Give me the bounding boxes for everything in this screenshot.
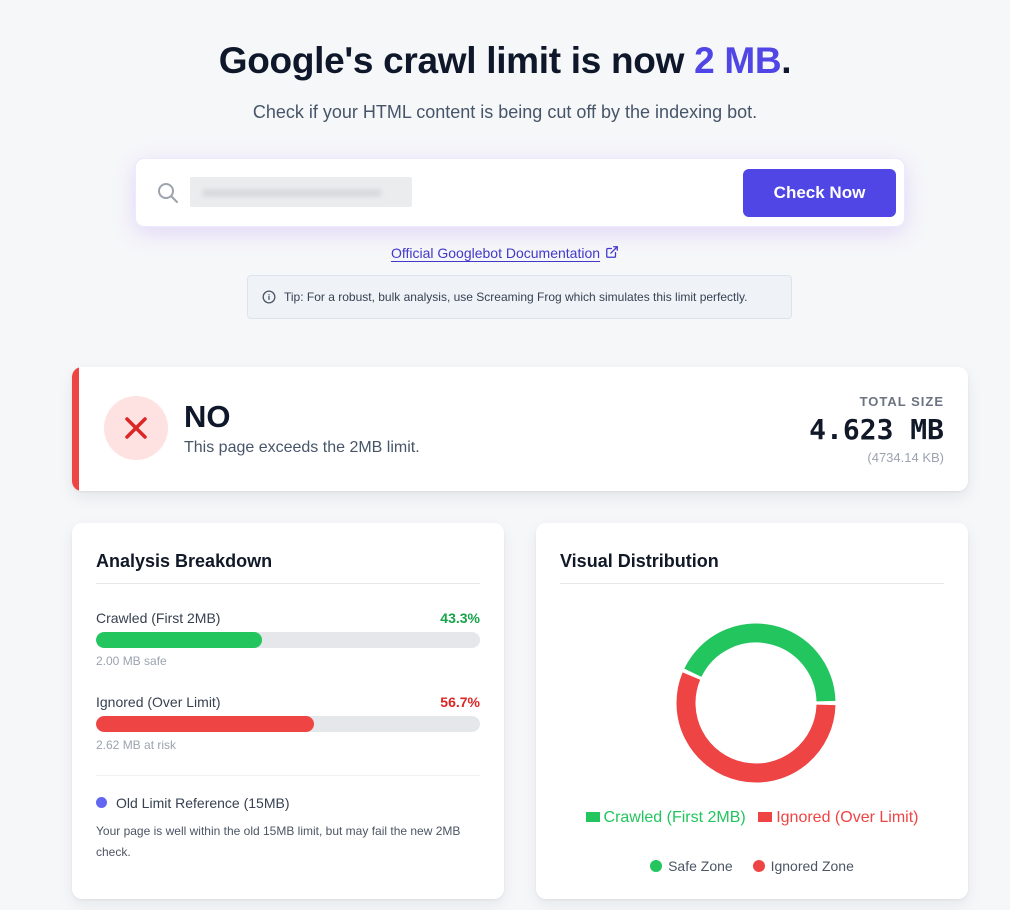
legend-item-ignored[interactable]: Ignored (Over Limit) [758, 809, 918, 826]
divider [96, 775, 480, 776]
page-subtitle: Check if your HTML content is being cut … [252, 102, 758, 122]
crawled-note: 2.00 MB safe [96, 654, 167, 668]
ignored-percent: 56.7% [440, 694, 480, 710]
safe-zone-dot [650, 860, 663, 872]
search-icon [156, 181, 180, 205]
panel-title: Analysis Breakdown [96, 551, 273, 571]
crawled-percent: 43.3% [440, 610, 480, 626]
zone-legend: Safe Zone Ignored Zone [536, 858, 968, 874]
legend-item-crawled[interactable]: Crawled (First 2MB) [585, 809, 746, 826]
total-size-label: TOTAL SIZE [859, 394, 944, 409]
distribution-donut-chart [676, 623, 836, 783]
result-card: NO This page exceeds the 2MB limit. TOTA… [72, 367, 968, 491]
crawled-progress-track [96, 632, 480, 648]
external-link-icon [606, 246, 618, 258]
divider [560, 583, 944, 584]
analysis-breakdown-panel: Analysis Breakdown Crawled (First 2MB) 4… [72, 523, 504, 899]
url-input-blurred-text [202, 189, 382, 197]
page-title-suffix: . [781, 40, 792, 81]
ignored-zone-label: Ignored Zone [770, 858, 854, 874]
status-stripe [72, 367, 79, 491]
old-limit-description: Your page is well within the old 15MB li… [96, 824, 461, 859]
donut-slice-ignored[interactable] [676, 672, 836, 783]
chart-legend: Crawled (First 2MB) Ignored (Over Limit) [536, 809, 968, 827]
ignored-progress-track [96, 716, 480, 732]
googlebot-doc-link[interactable]: Official Googlebot Documentation [0, 245, 1010, 261]
legend-swatch-ignored [758, 812, 773, 822]
verdict-text: NO [184, 399, 231, 434]
tip-text: Tip: For a robust, bulk analysis, use Sc… [284, 290, 748, 304]
ignored-label: Ignored (Over Limit) [96, 694, 221, 710]
safe-zone-label: Safe Zone [668, 858, 733, 874]
check-now-button[interactable]: Check Now [743, 169, 896, 217]
info-icon [262, 290, 276, 304]
panel-title: Visual Distribution [560, 551, 719, 571]
page-title: Google's crawl limit is now 2 MB. [0, 40, 1010, 82]
legend-label-crawled: Crawled (First 2MB) [603, 809, 746, 826]
page-title-prefix: Google's crawl limit is now [218, 40, 695, 81]
tip-banner: Tip: For a robust, bulk analysis, use Sc… [247, 275, 792, 319]
ignored-zone-dot [752, 860, 765, 872]
total-size-kb: (4734.14 KB) [867, 450, 944, 465]
donut-slice-crawled[interactable] [684, 623, 836, 702]
crawled-progress-fill [96, 632, 263, 648]
close-icon [125, 417, 147, 439]
fail-status-badge [104, 396, 168, 460]
old-limit-title: Old Limit Reference (15MB) [116, 795, 290, 811]
doc-link-label[interactable]: Official Googlebot Documentation [391, 245, 600, 261]
legend-label-ignored: Ignored (Over Limit) [776, 809, 919, 826]
verdict-description: This page exceeds the 2MB limit. [184, 439, 420, 456]
page-title-accent: 2 MB [694, 40, 782, 81]
ignored-note: 2.62 MB at risk [96, 738, 177, 752]
crawled-label: Crawled (First 2MB) [96, 610, 221, 626]
old-limit-dot [96, 797, 107, 808]
visual-distribution-panel: Visual Distribution Crawled (First 2MB) … [536, 523, 968, 899]
legend-swatch-crawled [585, 812, 600, 822]
divider [96, 583, 480, 584]
ignored-progress-fill [96, 716, 314, 732]
url-search-box: Check Now [136, 159, 904, 226]
total-size-value: 4.623 MB [809, 413, 944, 446]
